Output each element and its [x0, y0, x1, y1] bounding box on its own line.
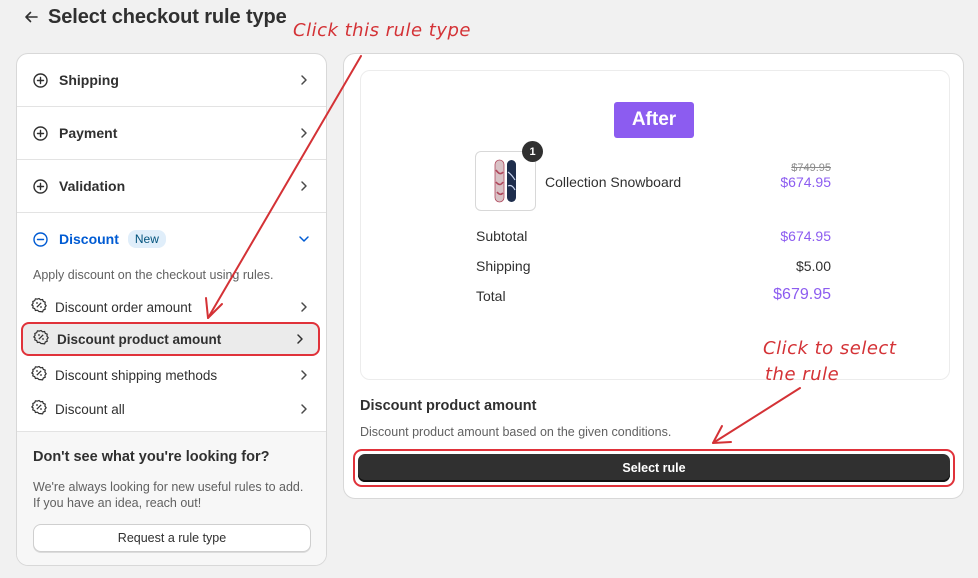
- subtotal-label: Subtotal: [476, 228, 528, 244]
- rule-discount-all[interactable]: Discount all: [17, 392, 326, 426]
- original-price: $749.95: [791, 162, 831, 174]
- page-title: Select checkout rule type: [48, 5, 287, 28]
- total-value: $679.95: [773, 286, 831, 303]
- chevron-right-icon: [298, 403, 310, 415]
- category-label: Discount: [59, 231, 119, 247]
- request-rule-type-button[interactable]: Request a rule type: [33, 524, 311, 552]
- category-discount[interactable]: Discount New: [17, 213, 326, 265]
- footer-text: We're always looking for new useful rule…: [33, 480, 304, 510]
- rule-label: Discount product amount: [57, 331, 222, 347]
- category-label: Shipping: [59, 72, 119, 88]
- shipping-label: Shipping: [476, 258, 531, 274]
- discount-badge-icon: [31, 297, 47, 318]
- rule-preview-panel: After 1 Collection Snowboard $749.95 $67…: [343, 53, 964, 499]
- plus-circle-icon: [33, 72, 48, 88]
- discount-badge-icon: [33, 329, 49, 350]
- footer-title: Don't see what you're looking for?: [33, 449, 270, 465]
- rule-label: Discount shipping methods: [55, 367, 218, 383]
- chevron-right-icon: [298, 74, 310, 86]
- quantity-badge: 1: [522, 141, 543, 162]
- chevron-right-icon: [298, 301, 310, 313]
- plus-circle-icon: [33, 178, 48, 194]
- plus-circle-icon: [33, 125, 48, 141]
- annotation-click-rule-type: Click this rule type: [293, 20, 471, 41]
- category-validation[interactable]: Validation: [17, 160, 326, 213]
- product-name: Collection Snowboard: [545, 174, 682, 190]
- chevron-down-icon: [298, 233, 310, 245]
- chevron-right-icon: [298, 180, 310, 192]
- chevron-right-icon: [298, 369, 310, 381]
- annotation-click-select-line1: Click to select: [763, 338, 897, 359]
- subtotal-value: $674.95: [780, 228, 831, 244]
- select-rule-highlight: Select rule: [353, 449, 955, 487]
- checkout-preview: After 1 Collection Snowboard $749.95 $67…: [360, 70, 950, 380]
- page-header: Select checkout rule type: [20, 4, 287, 30]
- annotation-click-select-line2: the rule: [765, 364, 840, 385]
- shipping-value: $5.00: [795, 258, 831, 274]
- selected-rule-description: Discount product amount based on the giv…: [360, 425, 672, 439]
- after-badge: After: [614, 102, 694, 138]
- rule-discount-order-amount[interactable]: Discount order amount: [17, 290, 326, 324]
- category-payment[interactable]: Payment: [17, 107, 326, 160]
- discount-badge-icon: [31, 365, 47, 386]
- minus-circle-icon: [33, 231, 48, 247]
- category-label: Validation: [59, 178, 126, 194]
- rule-discount-shipping-methods[interactable]: Discount shipping methods: [17, 358, 326, 392]
- back-arrow-icon[interactable]: [20, 6, 42, 28]
- discounted-price: $674.95: [780, 174, 831, 190]
- category-shipping[interactable]: Shipping: [17, 54, 326, 107]
- rule-discount-product-amount[interactable]: Discount product amount: [21, 322, 320, 356]
- select-rule-button[interactable]: Select rule: [358, 454, 950, 482]
- new-badge: New: [127, 230, 166, 248]
- total-label: Total: [476, 288, 506, 304]
- category-label: Payment: [59, 125, 118, 141]
- chevron-right-icon: [298, 127, 310, 139]
- rule-label: Discount all: [55, 401, 125, 417]
- chevron-right-icon: [294, 333, 306, 345]
- request-footer: Don't see what you're looking for? We're…: [17, 431, 326, 565]
- rule-label: Discount order amount: [55, 299, 192, 315]
- selected-rule-title: Discount product amount: [360, 398, 537, 414]
- rule-type-list: Shipping Payment Validation Discount New: [16, 53, 327, 566]
- discount-badge-icon: [31, 399, 47, 420]
